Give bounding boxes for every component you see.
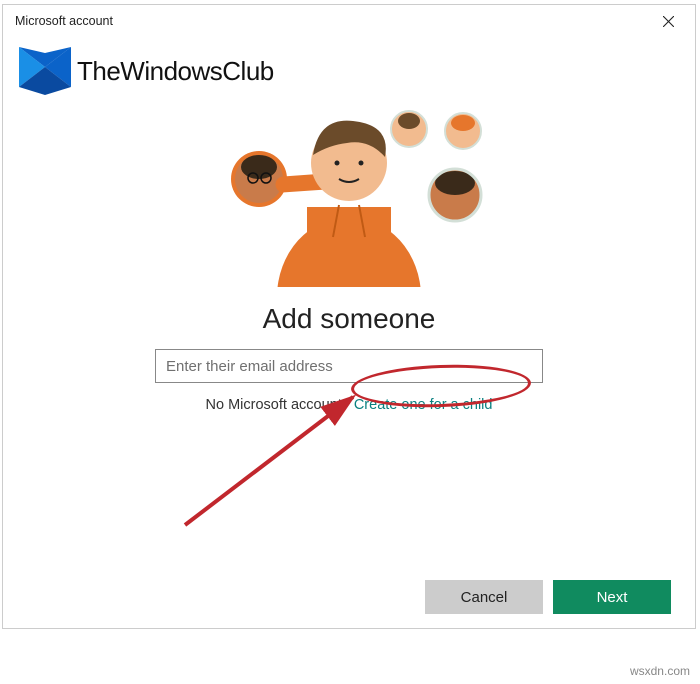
people-illustration [189, 107, 509, 287]
site-credit: wsxdn.com [630, 664, 690, 678]
thewindowsclub-logo-icon [19, 47, 71, 95]
titlebar: Microsoft account [3, 5, 695, 37]
create-child-link[interactable]: Create one for a child [354, 397, 493, 413]
footer-bar: Cancel Next [3, 566, 695, 628]
next-button[interactable]: Next [553, 580, 671, 614]
no-account-row: No Microsoft account? Create one for a c… [206, 397, 493, 413]
dialog-window: Microsoft account TheWindowsClub [2, 4, 696, 629]
cancel-button[interactable]: Cancel [425, 580, 543, 614]
email-input[interactable] [155, 349, 543, 383]
close-button[interactable] [645, 5, 691, 37]
no-account-text: No Microsoft account? [206, 397, 350, 413]
watermark-text: TheWindowsClub [77, 56, 274, 87]
site-watermark-top: TheWindowsClub [19, 47, 274, 95]
window-title: Microsoft account [15, 14, 113, 28]
page-heading: Add someone [263, 303, 436, 335]
close-icon [663, 16, 674, 27]
